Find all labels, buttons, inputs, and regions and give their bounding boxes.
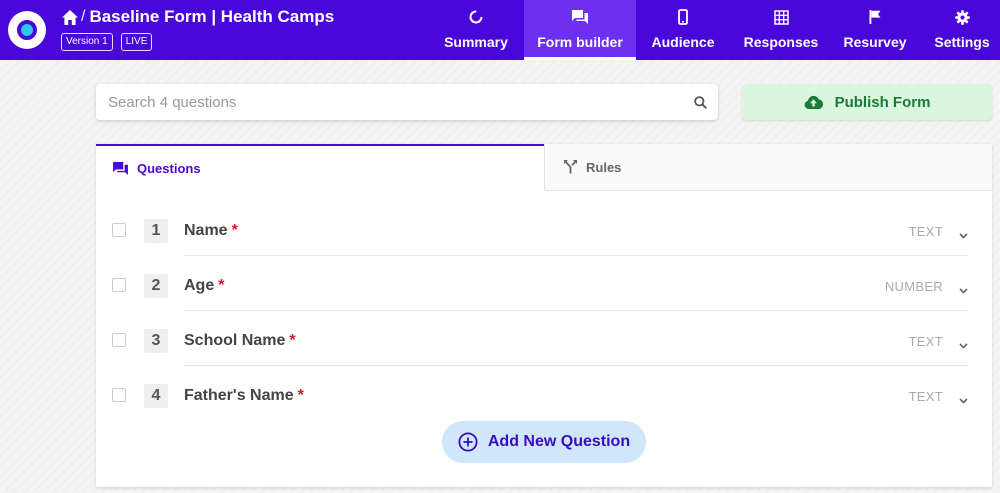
question-checkbox[interactable] [112,278,126,292]
nav-label-summary: Summary [444,34,508,50]
nav-tab-form-builder[interactable]: Form builder [524,0,636,60]
chevron-down-icon[interactable] [959,281,968,299]
forum-icon [572,9,588,25]
search-input[interactable]: Search 4 questions [96,84,718,120]
home-icon[interactable] [62,9,78,25]
question-name: School Name * [184,332,296,350]
tab-questions[interactable]: Questions [96,144,544,191]
nav-tab-responses[interactable]: Responses [738,0,824,60]
chevron-down-icon[interactable] [959,336,968,354]
tab-rules-label: Rules [586,159,622,175]
form-title[interactable]: Baseline Form | Health Camps [89,7,334,27]
question-type: TEXT [908,389,943,404]
question-checkbox[interactable] [112,333,126,347]
status-badge: LIVE [120,33,153,51]
question-type: NUMBER [884,279,943,294]
chevron-down-icon[interactable] [959,391,968,409]
breadcrumb-separator: / [81,8,86,25]
nav-tab-summary[interactable]: Summary [430,0,522,60]
loading-circle-icon [469,9,483,25]
tab-rules[interactable]: Rules [544,144,992,191]
question-type: TEXT [908,224,943,239]
flag-icon [869,9,881,25]
add-new-question-button[interactable]: Add New Question [442,421,646,463]
question-name: Name * [184,222,238,240]
question-name: Father's Name * [184,387,304,405]
phone-icon [678,9,688,25]
questions-card: Questions Rules 1 Name * TEXT 2 Age * NUMB… [96,144,992,487]
version-badge[interactable]: Version 1 [61,33,113,51]
question-name: Age * [184,277,224,295]
chevron-down-icon[interactable] [959,226,968,244]
top-bar: / Baseline Form | Health Camps Version 1… [0,0,1000,60]
tab-questions-label: Questions [137,161,201,176]
required-marker: * [289,332,296,349]
publish-form-button[interactable]: Publish Form [742,84,992,120]
search-icon[interactable] [694,96,708,114]
question-number: 4 [144,384,168,408]
nav-label-audience: Audience [651,34,715,50]
question-row[interactable]: 4 Father's Name * TEXT [96,366,992,421]
question-row[interactable]: 3 School Name * TEXT [96,311,992,366]
add-new-question-label: Add New Question [487,433,631,450]
fork-icon [564,160,577,174]
question-number: 1 [144,219,168,243]
app-logo[interactable] [8,11,46,49]
question-label: School Name [184,332,286,349]
required-marker: * [297,387,304,404]
grid-icon [773,9,789,25]
gear-icon [954,9,970,25]
question-number: 2 [144,274,168,298]
nav-label-resurvey: Resurvey [843,34,907,50]
plus-circle-icon [458,432,478,452]
question-row[interactable]: 1 Name * TEXT [96,201,992,256]
nav-tab-audience[interactable]: Audience [638,0,728,60]
question-row[interactable]: 2 Age * NUMBER [96,256,992,311]
nav-label-responses: Responses [743,34,819,50]
required-marker: * [218,277,225,294]
question-label: Name [184,222,228,239]
nav-label-form-builder: Form builder [537,34,623,50]
required-marker: * [231,222,238,239]
question-type: TEXT [908,334,943,349]
cloud-upload-icon [804,95,823,109]
breadcrumb: / Baseline Form | Health Camps [62,7,334,27]
publish-form-label: Publish Form [834,93,931,111]
nav-label-settings: Settings [934,34,990,50]
question-number: 3 [144,329,168,353]
nav-tab-resurvey[interactable]: Resurvey [838,0,912,60]
forum-icon [113,162,128,175]
question-label: Father's Name [184,387,294,404]
nav-tab-settings[interactable]: Settings [926,0,998,60]
question-label: Age [184,277,215,294]
question-checkbox[interactable] [112,388,126,402]
search-placeholder: Search 4 questions [108,94,237,111]
question-checkbox[interactable] [112,223,126,237]
